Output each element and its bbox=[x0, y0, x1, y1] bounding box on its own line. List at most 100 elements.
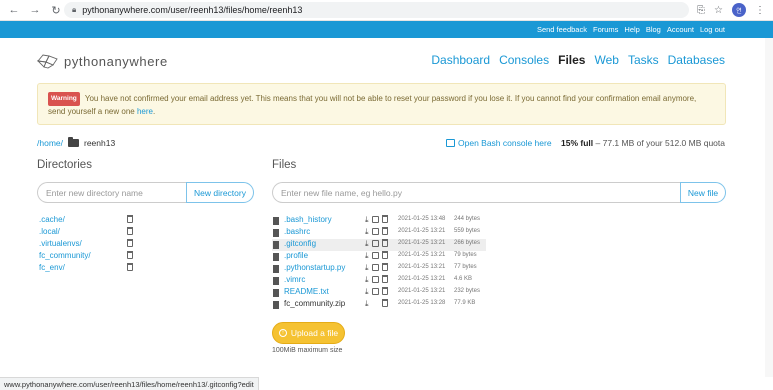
profile-avatar[interactable]: 연 bbox=[732, 3, 746, 17]
file-date: 2021-01-25 13:21 bbox=[398, 264, 446, 270]
trash-icon[interactable] bbox=[127, 215, 133, 223]
nav-databases[interactable]: Databases bbox=[668, 53, 725, 67]
edit-icon[interactable] bbox=[371, 216, 379, 223]
storage-quota: 15% full – 77.1 MB of your 512.0 MB quot… bbox=[561, 138, 725, 148]
browser-menu-icon[interactable]: ⋮ bbox=[755, 5, 765, 16]
directory-link[interactable]: .cache/ bbox=[39, 215, 65, 224]
breadcrumb-home[interactable]: /home/ bbox=[37, 138, 63, 148]
trash-icon[interactable] bbox=[127, 263, 133, 271]
file-icon bbox=[273, 241, 279, 249]
directory-link[interactable]: .virtualenvs/ bbox=[39, 239, 82, 248]
download-icon[interactable]: ⤓ bbox=[365, 275, 369, 285]
file-icon bbox=[273, 301, 279, 309]
warning-period: . bbox=[152, 107, 156, 116]
edit-icon[interactable] bbox=[371, 228, 379, 235]
file-size: 244 bytes bbox=[454, 216, 481, 222]
quota-percent: 15% full bbox=[561, 138, 594, 148]
file-link[interactable]: .profile bbox=[284, 251, 308, 260]
file-row: README.txt ⤓ 2021-01-25 13:21 232 bytes bbox=[272, 287, 486, 299]
main-nav: Dashboard Consoles Files Web Tasks Datab… bbox=[431, 53, 725, 67]
trash-icon[interactable] bbox=[127, 251, 133, 259]
address-bar[interactable]: 🔒︎ pythonanywhere.com/user/reenh13/files… bbox=[64, 2, 689, 18]
file-icon bbox=[273, 277, 279, 285]
file-link[interactable]: .bashrc bbox=[284, 227, 310, 236]
nav-web[interactable]: Web bbox=[594, 53, 618, 67]
bookmark-star-icon[interactable]: ☆ bbox=[714, 5, 723, 16]
new-directory-button[interactable]: New directory bbox=[186, 182, 254, 203]
trash-icon[interactable] bbox=[381, 275, 388, 283]
list-item: fc_env/ bbox=[37, 263, 137, 275]
upload-file-button[interactable]: ↑ Upload a file bbox=[272, 322, 345, 344]
file-date: 2021-01-25 13:21 bbox=[398, 276, 446, 282]
trash-icon[interactable] bbox=[127, 227, 133, 235]
folder-icon bbox=[68, 137, 79, 147]
trash-icon[interactable] bbox=[381, 299, 388, 307]
nav-consoles[interactable]: Consoles bbox=[499, 53, 549, 67]
edit-icon[interactable] bbox=[371, 288, 379, 295]
trash-icon[interactable] bbox=[381, 239, 388, 247]
download-icon[interactable]: ⤓ bbox=[365, 239, 369, 249]
url-text: pythonanywhere.com/user/reenh13/files/ho… bbox=[82, 5, 303, 15]
download-icon[interactable]: ⤓ bbox=[365, 299, 369, 309]
file-link[interactable]: .vimrc bbox=[284, 275, 305, 284]
file-date: 2021-01-25 13:21 bbox=[398, 240, 446, 246]
edit-icon[interactable] bbox=[371, 252, 379, 259]
trash-icon[interactable] bbox=[381, 263, 388, 271]
translate-icon[interactable]: ⎘ bbox=[697, 5, 705, 16]
breadcrumb: /home/ reenh13 bbox=[37, 137, 115, 148]
send-feedback-link[interactable]: Send feedback bbox=[537, 25, 587, 34]
page-scrollbar[interactable] bbox=[765, 38, 773, 377]
edit-icon[interactable] bbox=[371, 276, 379, 283]
forums-link[interactable]: Forums bbox=[593, 25, 618, 34]
console-icon bbox=[446, 139, 455, 147]
file-size: 77.9 KB bbox=[454, 300, 476, 306]
nav-dashboard[interactable]: Dashboard bbox=[431, 53, 490, 67]
file-size: 79 bytes bbox=[454, 252, 477, 258]
nav-files[interactable]: Files bbox=[558, 53, 585, 67]
directory-link[interactable]: fc_env/ bbox=[39, 263, 65, 272]
warning-badge: Warning bbox=[48, 92, 80, 106]
directories-title: Directories bbox=[37, 159, 92, 171]
file-icon bbox=[273, 289, 279, 297]
trash-icon[interactable] bbox=[381, 227, 388, 235]
edit-icon[interactable] bbox=[371, 240, 379, 247]
trash-icon[interactable] bbox=[381, 287, 388, 295]
file-link[interactable]: .bash_history bbox=[284, 215, 332, 224]
logout-link[interactable]: Log out bbox=[700, 25, 725, 34]
browser-status-bar: www.pythonanywhere.com/user/reenh13/file… bbox=[0, 377, 259, 390]
trash-icon[interactable] bbox=[381, 251, 388, 259]
new-file-group: New file bbox=[272, 182, 726, 203]
nav-tasks[interactable]: Tasks bbox=[628, 53, 659, 67]
lock-icon[interactable]: 🔒︎ bbox=[72, 5, 76, 15]
file-size: 559 bytes bbox=[454, 228, 481, 234]
directory-link[interactable]: .local/ bbox=[39, 227, 60, 236]
new-file-button[interactable]: New file bbox=[680, 182, 726, 203]
download-icon[interactable]: ⤓ bbox=[365, 215, 369, 225]
resend-confirmation-link[interactable]: here bbox=[137, 107, 153, 116]
forward-icon[interactable]: → bbox=[28, 3, 42, 17]
file-link[interactable]: .pythonstartup.py bbox=[284, 263, 345, 272]
edit-icon[interactable] bbox=[371, 264, 379, 271]
download-icon[interactable]: ⤓ bbox=[365, 263, 369, 273]
directory-link[interactable]: fc_community/ bbox=[39, 251, 91, 260]
quota-detail: – 77.1 MB of your 512.0 MB quota bbox=[595, 138, 725, 148]
file-link[interactable]: README.txt bbox=[284, 287, 329, 296]
back-icon[interactable]: ← bbox=[7, 3, 21, 17]
open-bash-console-label: Open Bash console here bbox=[458, 138, 552, 148]
pythonanywhere-logo[interactable]: pythonanywhere bbox=[37, 53, 168, 69]
download-icon[interactable]: ⤓ bbox=[365, 227, 369, 237]
new-directory-group: New directory bbox=[37, 182, 254, 203]
file-row: fc_community.zip ⤓ 2021-01-25 13:28 77.9… bbox=[272, 299, 486, 311]
reload-icon[interactable]: ↻ bbox=[49, 3, 63, 17]
open-bash-console-link[interactable]: Open Bash console here bbox=[446, 138, 552, 148]
new-directory-input[interactable] bbox=[37, 182, 186, 203]
blog-link[interactable]: Blog bbox=[646, 25, 661, 34]
account-link[interactable]: Account bbox=[667, 25, 694, 34]
file-link[interactable]: .gitconfig bbox=[284, 239, 316, 248]
trash-icon[interactable] bbox=[127, 239, 133, 247]
download-icon[interactable]: ⤓ bbox=[365, 287, 369, 297]
help-link[interactable]: Help bbox=[624, 25, 639, 34]
trash-icon[interactable] bbox=[381, 215, 388, 223]
download-icon[interactable]: ⤓ bbox=[365, 251, 369, 261]
new-file-input[interactable] bbox=[272, 182, 680, 203]
